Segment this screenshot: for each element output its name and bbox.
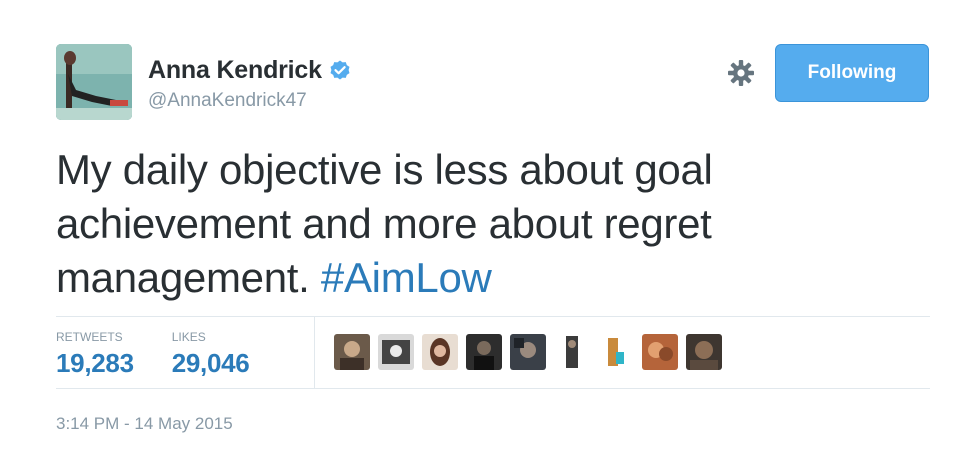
likes-label: LIKES (171, 330, 206, 344)
liker-avatar[interactable] (510, 334, 546, 370)
stats-separator (314, 316, 315, 388)
hashtag-link[interactable]: #AimLow (321, 254, 492, 301)
likes-count: 29,046 (171, 348, 250, 378)
liker-avatar[interactable] (642, 334, 678, 370)
tweet-timestamp[interactable]: 3:14 PM - 14 May 2015 (56, 414, 233, 434)
liker-avatar[interactable] (598, 334, 634, 370)
liker-avatar[interactable] (554, 334, 590, 370)
following-button[interactable]: Following (775, 44, 929, 102)
author-handle[interactable]: @AnnaKendrick47 (148, 90, 307, 112)
avatar[interactable] (56, 44, 132, 120)
verified-badge-icon (328, 59, 352, 83)
liker-avatar[interactable] (334, 334, 370, 370)
liker-avatars (334, 334, 722, 370)
retweets-count: 19,283 (56, 348, 134, 378)
liker-avatar[interactable] (466, 334, 502, 370)
retweets-stat[interactable]: RETWEETS 19,283 (56, 330, 134, 388)
liker-avatar[interactable] (686, 334, 722, 370)
liker-avatar[interactable] (422, 334, 458, 370)
stats-bottom-divider (56, 388, 930, 389)
liker-avatar[interactable] (378, 334, 414, 370)
gear-icon[interactable] (726, 58, 756, 88)
author-display-name[interactable]: Anna Kendrick (148, 56, 322, 85)
likes-stat[interactable]: LIKES 29,046 (172, 330, 250, 388)
tweet-text: My daily objective is less about goal ac… (56, 143, 916, 305)
author-name-row: Anna Kendrick (148, 56, 352, 85)
tweet-stats: RETWEETS 19,283 LIKES 29,046 (56, 316, 287, 388)
retweets-label: RETWEETS (56, 330, 123, 344)
